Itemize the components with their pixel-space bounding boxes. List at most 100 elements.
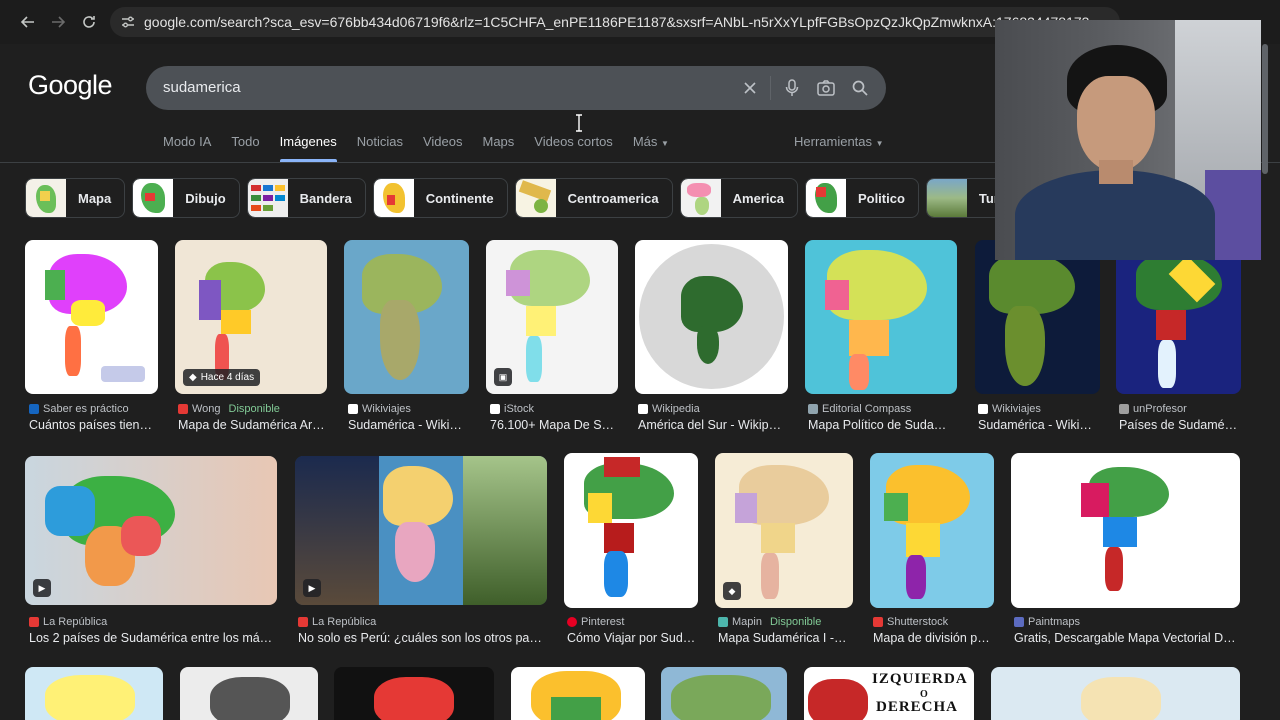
- search-tabs: Modo IA Todo Imágenes Noticias Videos Ma…: [163, 128, 689, 162]
- tab-videos[interactable]: Videos: [423, 128, 463, 158]
- result-title[interactable]: Gratis, Descargable Mapa Vectorial D…: [1014, 631, 1239, 645]
- result-image[interactable]: IZQUIERDA O DERECHA: [804, 667, 974, 720]
- webcam-neck: [1099, 160, 1133, 184]
- result-source[interactable]: Wong Disponible: [178, 403, 280, 415]
- source-name: La República: [43, 616, 108, 628]
- result-title[interactable]: Sudamérica - Wiki…: [348, 418, 468, 432]
- badge-text: Hace 4 días: [200, 372, 255, 383]
- caret-down-icon: ▼: [875, 139, 884, 148]
- result-title[interactable]: Mapa de división p…: [873, 631, 993, 645]
- result-source[interactable]: Shutterstock: [873, 616, 948, 628]
- result-title[interactable]: Cuántos países tien…: [29, 418, 159, 432]
- lens-camera-icon[interactable]: [814, 76, 838, 100]
- result-image[interactable]: [1011, 453, 1240, 608]
- search-box[interactable]: sudamerica: [146, 66, 886, 110]
- chip-thumbnail: [247, 179, 288, 217]
- scrollbar-thumb[interactable]: [1262, 44, 1268, 174]
- chip-thumbnail: [926, 179, 967, 217]
- back-arrow-icon[interactable]: [12, 6, 44, 38]
- result-image[interactable]: [661, 667, 787, 720]
- result-image[interactable]: ▣: [486, 240, 618, 394]
- tab-modo-ia[interactable]: Modo IA: [163, 128, 211, 158]
- result-source[interactable]: Wikiviajes: [348, 403, 411, 415]
- tab-todo[interactable]: Todo: [231, 128, 259, 158]
- result-title[interactable]: Mapa Político de Suda…: [808, 418, 953, 432]
- chip-label: Mapa: [78, 190, 112, 206]
- result-source[interactable]: iStock: [490, 403, 534, 415]
- chip-dibujo[interactable]: Dibujo: [132, 178, 240, 218]
- tab-mas[interactable]: Más ▼: [633, 128, 669, 158]
- result-title[interactable]: Los 2 países de Sudamérica entre los má…: [29, 631, 279, 645]
- result-image[interactable]: [991, 667, 1240, 720]
- tab-noticias[interactable]: Noticias: [357, 128, 403, 158]
- play-icon: ▶: [303, 579, 321, 597]
- source-favicon: [29, 404, 39, 414]
- result-image[interactable]: [870, 453, 994, 608]
- microphone-icon[interactable]: [780, 76, 804, 100]
- source-name: Shutterstock: [887, 616, 949, 628]
- source-favicon: [808, 404, 818, 414]
- result-source[interactable]: La República: [298, 616, 376, 628]
- result-image[interactable]: [334, 667, 494, 720]
- result-title[interactable]: Mapa de Sudamérica Ar…: [178, 418, 328, 432]
- result-image[interactable]: ▶: [25, 456, 277, 605]
- tab-maps[interactable]: Maps: [482, 128, 514, 158]
- result-source[interactable]: Mapin Disponible: [718, 616, 821, 628]
- source-favicon: [298, 617, 308, 627]
- result-title[interactable]: No solo es Perú: ¿cuáles son los otros p…: [298, 631, 543, 645]
- result-source[interactable]: Wikiviajes: [978, 403, 1041, 415]
- tag-icon: ◆: [723, 582, 741, 600]
- result-image[interactable]: [180, 667, 318, 720]
- source-favicon: [29, 617, 39, 627]
- result-image[interactable]: [25, 240, 158, 394]
- chip-centroamerica[interactable]: Centroamerica: [514, 178, 673, 218]
- tab-imagenes[interactable]: Imágenes: [279, 128, 337, 162]
- site-settings-icon[interactable]: [118, 12, 138, 32]
- result-title[interactable]: América del Sur - Wikip…: [638, 418, 783, 432]
- source-name: Editorial Compass: [822, 403, 912, 415]
- source-favicon: [348, 404, 358, 414]
- result-source[interactable]: Editorial Compass: [808, 403, 911, 415]
- result-title[interactable]: Cómo Viajar por Sud…: [567, 631, 697, 645]
- chip-thumbnail: [26, 179, 66, 217]
- result-image[interactable]: ◆ Hace 4 días: [175, 240, 327, 394]
- result-source[interactable]: Wikipedia: [638, 403, 700, 415]
- result-image[interactable]: [25, 667, 163, 720]
- chip-america[interactable]: America: [679, 178, 798, 218]
- search-icon[interactable]: [848, 76, 872, 100]
- tools-button[interactable]: Herramientas ▼: [794, 134, 884, 149]
- result-image[interactable]: [511, 667, 645, 720]
- google-logo[interactable]: Google: [28, 70, 113, 101]
- result-image[interactable]: [344, 240, 469, 394]
- result-title[interactable]: Países de Sudamé…: [1119, 418, 1239, 432]
- result-source[interactable]: La República: [29, 616, 107, 628]
- result-image[interactable]: ◆: [715, 453, 853, 608]
- result-image[interactable]: [1116, 240, 1241, 394]
- result-image[interactable]: [564, 453, 698, 608]
- result-source[interactable]: Paintmaps: [1014, 616, 1080, 628]
- result-image[interactable]: [805, 240, 957, 394]
- source-name: La República: [312, 616, 377, 628]
- search-input[interactable]: sudamerica: [163, 79, 241, 96]
- chip-continente[interactable]: Continente: [372, 178, 508, 218]
- result-title[interactable]: Mapa Sudamérica I -…: [718, 631, 853, 645]
- chip-bandera[interactable]: Bandera: [246, 178, 366, 218]
- result-image[interactable]: [635, 240, 788, 394]
- result-image[interactable]: [975, 240, 1100, 394]
- result-source[interactable]: Saber es práctico: [29, 403, 129, 415]
- reload-icon[interactable]: [73, 6, 105, 38]
- result-title[interactable]: 76.100+ Mapa De S…: [490, 418, 615, 432]
- result-source[interactable]: Pinterest: [567, 616, 624, 628]
- tab-videos-cortos[interactable]: Videos cortos: [534, 128, 613, 158]
- result-source[interactable]: unProfesor: [1119, 403, 1187, 415]
- address-bar[interactable]: google.com/search?sca_esv=676bb434d06719…: [110, 7, 1120, 37]
- clear-icon[interactable]: [738, 76, 762, 100]
- result-image[interactable]: ▶: [295, 456, 547, 605]
- chip-mapa[interactable]: Mapa: [25, 178, 126, 218]
- result-title[interactable]: Sudamérica - Wiki…: [978, 418, 1098, 432]
- source-name: Pinterest: [581, 616, 625, 628]
- page: google.com/search?sca_esv=676bb434d06719…: [0, 0, 1280, 720]
- forward-arrow-icon[interactable]: [42, 6, 74, 38]
- chip-politico[interactable]: Politico: [804, 178, 919, 218]
- chip-thumbnail: [680, 179, 721, 217]
